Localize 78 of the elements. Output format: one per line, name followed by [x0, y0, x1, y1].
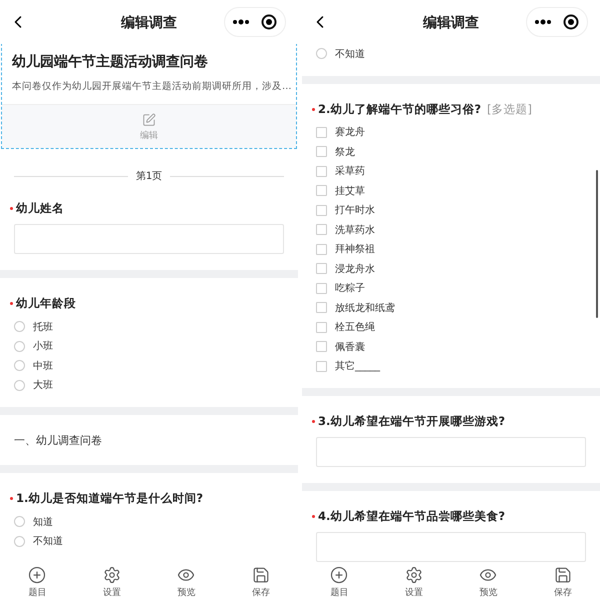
checkbox[interactable]: [316, 166, 327, 177]
checkbox[interactable]: [316, 360, 327, 372]
question-title: 1.幼儿是否知道端午节是什么时间?: [10, 491, 284, 506]
radio-button[interactable]: [14, 380, 25, 391]
tab-button[interactable]: 预览: [166, 566, 206, 598]
tab-button[interactable]: 题目: [17, 566, 58, 598]
option-label: 拜神祭祖: [335, 242, 375, 256]
option-label: 其它_____: [335, 360, 380, 374]
survey-description: 本问卷仅作为幼儿园开展端午节主题活动前期调研所用，涉及…: [11, 80, 292, 94]
option-label: 佩香囊: [335, 340, 365, 354]
tab-button[interactable]: 题目: [319, 566, 360, 598]
option-label: 小班: [33, 340, 53, 354]
tab-button[interactable]: 保存: [542, 566, 583, 598]
option-label: 祭龙: [335, 146, 355, 159]
question-title: 4.幼儿希望在端午节品尝哪些美食?: [312, 509, 586, 524]
checkbox[interactable]: [316, 185, 327, 196]
page-title: 编辑调查: [422, 14, 480, 32]
settings-icon: [404, 566, 423, 584]
radio-button[interactable]: [14, 360, 25, 372]
scrollbar[interactable]: [596, 170, 598, 318]
option-label: 知道: [33, 516, 53, 529]
answer-field[interactable]: [316, 437, 586, 467]
page-label: 第1页: [136, 170, 162, 183]
option-label: 大班: [33, 378, 53, 392]
answer-field[interactable]: [316, 532, 586, 562]
radio-button[interactable]: [14, 340, 25, 352]
checkbox[interactable]: [316, 282, 327, 294]
checkbox[interactable]: [316, 322, 327, 333]
checkbox[interactable]: [316, 263, 327, 274]
edit-icon: [142, 113, 156, 127]
option-label: 不知道: [33, 535, 63, 548]
checkbox[interactable]: [316, 302, 327, 314]
survey-title: 幼儿园端午节主题活动调查问卷: [11, 52, 209, 72]
tab-button[interactable]: 预览: [468, 566, 508, 598]
option-label: 洗草药水: [335, 224, 375, 237]
radio-button[interactable]: [316, 48, 327, 60]
save-icon: [252, 566, 270, 584]
save-icon: [554, 566, 572, 584]
option-label: 放纸龙和纸鸢: [335, 302, 395, 315]
tab-button[interactable]: 保存: [240, 566, 281, 598]
checkbox[interactable]: [316, 341, 327, 352]
settings-icon: [102, 566, 121, 584]
option-label: 打午时水: [335, 204, 375, 218]
checkbox[interactable]: [316, 146, 327, 158]
add-icon: [28, 566, 46, 584]
more-icon[interactable]: [535, 19, 551, 25]
option-label: 赛龙舟: [335, 126, 365, 140]
checkbox[interactable]: [316, 126, 327, 138]
section-heading: 一、幼儿调查问卷: [13, 433, 103, 449]
target-icon[interactable]: [261, 14, 277, 30]
checkbox[interactable]: [316, 224, 327, 236]
tab-button[interactable]: 设置: [394, 566, 434, 598]
intro-card[interactable]: 幼儿园端午节主题活动调查问卷 本问卷仅作为幼儿园开展端午节主题活动前期调研所用，涉及… 编辑: [1, 44, 297, 149]
tab-button[interactable]: 设置: [92, 566, 132, 598]
option-label: 中班: [33, 360, 53, 373]
checkbox[interactable]: [316, 204, 327, 216]
target-icon[interactable]: [563, 14, 579, 30]
option-label: 浸龙舟水: [335, 262, 375, 276]
more-icon[interactable]: [233, 19, 249, 25]
question-title: 幼儿姓名: [10, 201, 284, 216]
radio-button[interactable]: [14, 321, 25, 332]
page-title: 编辑调查: [120, 14, 178, 32]
option-label: 吃粽子: [335, 282, 365, 296]
capsule-menu[interactable]: [526, 7, 588, 37]
option-label: 采草药: [335, 164, 365, 178]
question-title: 2.幼儿了解端午节的哪些习俗? [多选题]: [312, 102, 586, 116]
add-icon: [330, 566, 348, 584]
radio-button[interactable]: [14, 516, 25, 528]
question-title: 3.幼儿希望在端午节开展哪些游戏?: [312, 414, 586, 429]
option-label: 托班: [33, 320, 53, 334]
option-label: 栓五色绳: [335, 320, 375, 334]
option-label: 不知道: [335, 48, 365, 61]
option-label: 挂艾草: [335, 184, 365, 198]
question-title: 幼儿年龄段: [10, 296, 284, 311]
answer-field[interactable]: [14, 224, 284, 254]
radio-button[interactable]: [14, 536, 25, 547]
capsule-menu[interactable]: [224, 7, 286, 37]
checkbox[interactable]: [316, 244, 327, 255]
